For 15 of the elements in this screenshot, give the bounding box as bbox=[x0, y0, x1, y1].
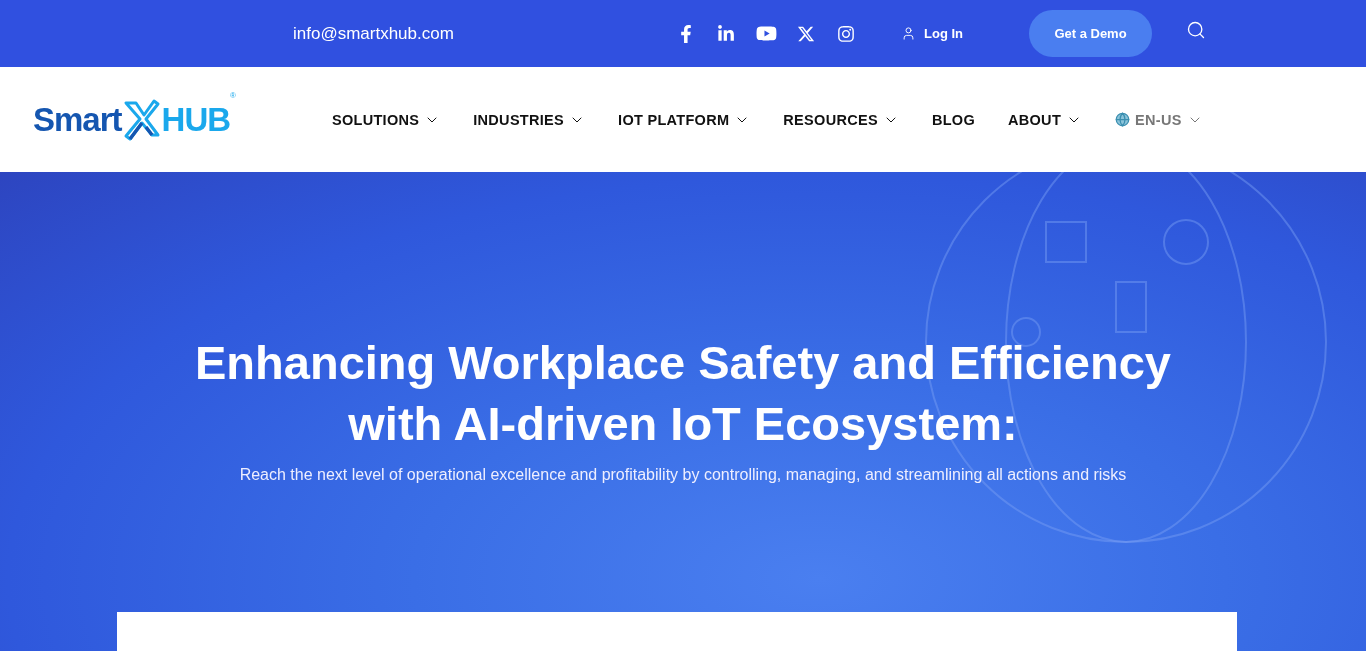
nav-menu-item[interactable]: SOLUTIONS bbox=[331, 111, 441, 128]
nav-link[interactable]: BLOG bbox=[931, 111, 975, 128]
hero-subtitle: Reach the next level of operational excellence and profitability by controlling, managing, and streamlining all actions and risks bbox=[239, 466, 1127, 484]
email-link[interactable]: info@smartxhub.com bbox=[293, 23, 633, 44]
nav-menu-item[interactable]: IOT PLATFORM bbox=[618, 111, 751, 128]
search-button[interactable] bbox=[1186, 19, 1206, 40]
login-link[interactable]: Log In bbox=[901, 26, 963, 41]
nav-menu-item[interactable]: RESOURCES bbox=[783, 111, 899, 128]
user-icon bbox=[901, 26, 916, 41]
demo-button[interactable]: Get a Demo bbox=[1029, 10, 1152, 57]
nav-menu-item[interactable]: INDUSTRIES bbox=[473, 111, 586, 128]
globe-icon bbox=[1115, 112, 1131, 127]
hero-title: Enhancing Workplace Safety and Efficiency with AI-driven IoT Ecosystem: bbox=[195, 335, 1171, 452]
language-selector[interactable]: EN-US bbox=[1115, 111, 1203, 128]
nav-menu-item[interactable]: ABOUT bbox=[1008, 111, 1083, 128]
